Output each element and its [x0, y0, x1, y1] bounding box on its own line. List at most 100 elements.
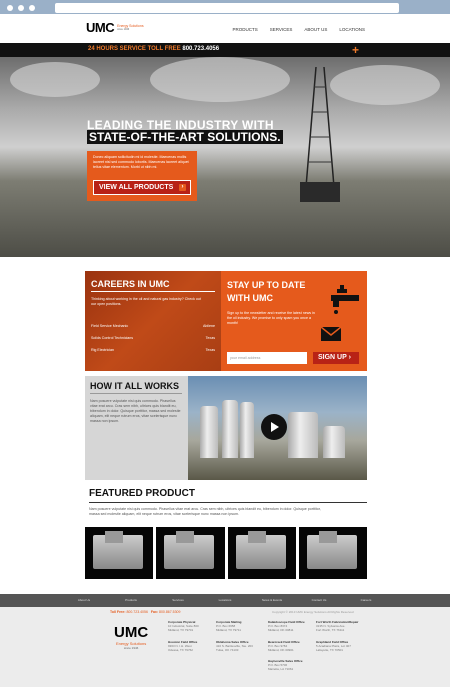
- copyright: Copyright © 2013 UMC Energy Solutions Al…: [272, 610, 354, 614]
- machine-graphic: [105, 531, 123, 543]
- office-line: Fort Worth, TX 76111: [316, 628, 345, 632]
- footer-logo-name: UMC: [114, 624, 149, 641]
- product-image[interactable]: [156, 527, 225, 579]
- newsletter-body: Sign up to the newsletter and receive th…: [227, 311, 315, 325]
- office-line: Marietta, LA 71061: [268, 667, 294, 671]
- logo[interactable]: UMC Energy Solutions since 1946: [86, 20, 144, 35]
- newsletter-panel: STAY UP TO DATE WITH UMC Sign up to the …: [221, 271, 367, 371]
- nav-about[interactable]: About Us: [304, 27, 327, 32]
- office-address: Kalaidoscope Field Office P.O. Box 8374 Mi…: [268, 620, 314, 632]
- careers-intro: Thinking about working in the oil and na…: [91, 297, 201, 306]
- product-image[interactable]: [85, 527, 154, 579]
- plus-icon[interactable]: +: [352, 43, 359, 57]
- logo-since: since 1946: [117, 28, 130, 31]
- envelope-icon: [321, 327, 341, 341]
- job-title: Field Service Mechanic: [91, 324, 129, 328]
- office-line: Midland, OK 00901: [268, 648, 294, 652]
- footer-logo-since: since 1946: [123, 646, 139, 650]
- office-address: Corporate Mailing P.O. Box 6958 Midland, T…: [216, 620, 262, 632]
- office-line: Odessa, TX 79762: [168, 648, 193, 652]
- tank-graphic: [240, 402, 254, 458]
- window-dot[interactable]: [7, 5, 13, 11]
- toll-free-number[interactable]: 800.723.4056: [126, 610, 147, 614]
- nav-locations[interactable]: Locations: [339, 27, 365, 32]
- tank-graphic: [222, 400, 238, 458]
- office-line: Midland, TX 79711: [216, 628, 241, 632]
- main-nav: Products Services About Us Locations: [232, 27, 365, 32]
- featured-body: Nam posuere vulputate nisi quis commodo.…: [89, 507, 321, 516]
- hero-body: Donec aliquam sollicitudin mi id molesti…: [93, 155, 189, 169]
- view-all-products-label: VIEW ALL PRODUCTS: [99, 184, 174, 191]
- footer-nav-locations[interactable]: Locations: [202, 594, 249, 607]
- machine-graphic: [247, 531, 266, 543]
- office-address: Fort Worth Fabrication/Repair 3135 N. Syl…: [316, 620, 362, 632]
- office-line: Tulsa, OK 74103: [216, 648, 239, 652]
- product-gallery: [85, 527, 367, 579]
- service-phone[interactable]: 800.723.4056: [182, 46, 219, 52]
- newsletter-title: STAY UP TO DATE WITH UMC: [227, 280, 306, 303]
- tank-graphic: [323, 426, 345, 458]
- job-location: Texas: [205, 336, 215, 340]
- service-text: 24 HOURS SERVICE TOLL FREE 800.723.4056: [88, 46, 219, 52]
- office-address: Bearcreek Field Office P.O. Box 9784 Midla…: [268, 640, 314, 652]
- footer-nav-services[interactable]: Services: [155, 594, 202, 607]
- play-icon[interactable]: [261, 414, 287, 440]
- office-address: Oklahoma Sales Office 410 S. Bartlesville…: [216, 640, 262, 652]
- footer-nav-contact[interactable]: Contact Us: [296, 594, 343, 607]
- product-image[interactable]: [227, 527, 296, 579]
- office-address: Houston Field Office 9363 N. I.H. West Ode…: [168, 640, 214, 652]
- office-address: Haynesville Sales Office P.O. Box 5706 Mar…: [268, 659, 314, 671]
- machine-graphic: [176, 531, 195, 543]
- footer-nav-products[interactable]: Products: [108, 594, 155, 607]
- office-line: Lafayette, TX 70501: [316, 648, 343, 652]
- job-row[interactable]: Solids Control Technicians Texas: [91, 336, 215, 348]
- footer-logo[interactable]: UMC Energy Solutions since 1946: [114, 624, 148, 650]
- job-location: Texas: [205, 348, 215, 352]
- fax-label: Fax:: [150, 610, 159, 614]
- office-line: Midland, OK 00811: [268, 628, 294, 632]
- logo-name: UMC: [86, 20, 115, 35]
- product-image[interactable]: [298, 527, 367, 579]
- careers-panel: CAREERS IN UMC Thinking about working in…: [85, 271, 221, 371]
- divider: [89, 502, 367, 503]
- cloud-shape: [10, 62, 100, 97]
- cloud-shape: [330, 65, 440, 105]
- window-dot[interactable]: [18, 5, 24, 11]
- email-input[interactable]: your email address: [227, 352, 307, 364]
- office-line: Midland, TX 79701: [168, 628, 194, 632]
- view-all-products-button[interactable]: VIEW ALL PRODUCTS ›: [93, 180, 191, 195]
- footer-nav-careers[interactable]: Careers: [343, 594, 390, 607]
- divider: [90, 393, 182, 394]
- tank-graphic: [200, 406, 218, 458]
- video-player[interactable]: [188, 376, 367, 480]
- job-row[interactable]: Field Service Mechanic Abilene: [91, 324, 215, 336]
- cloud-shape: [150, 57, 290, 102]
- job-location: Abilene: [203, 324, 215, 328]
- job-row[interactable]: Rig Electrician Texas: [91, 348, 215, 360]
- how-title: HOW IT ALL WORKS: [90, 381, 179, 391]
- signup-button[interactable]: SIGN UP ›: [313, 352, 359, 364]
- toll-free-label: Toll Free:: [110, 610, 126, 614]
- featured-title: FEATURED PRODUCT: [89, 488, 195, 499]
- hero-headline-2: STATE-OF-THE-ART SOLUTIONS.: [87, 130, 283, 144]
- service-bar: 24 HOURS SERVICE TOLL FREE 800.723.4056 …: [0, 43, 450, 57]
- site-footer: Toll Free: 800.723.4056 Fax: 800.867.530…: [0, 607, 450, 687]
- how-it-works-panel: HOW IT ALL WORKS Nam posuere vulputate n…: [85, 376, 188, 480]
- oil-rig-graphic: [300, 67, 340, 202]
- hero-banner: LEADING THE INDUSTRY WITH STATE-OF-THE-A…: [0, 57, 450, 257]
- service-label: 24 HOURS SERVICE TOLL FREE: [88, 46, 181, 52]
- machine-graphic: [318, 531, 337, 543]
- job-title: Rig Electrician: [91, 348, 114, 352]
- faucet-icon: [331, 285, 359, 314]
- nav-services[interactable]: Services: [270, 27, 293, 32]
- signup-label: SIGN UP: [318, 354, 347, 361]
- arrow-right-icon: ›: [179, 184, 186, 191]
- address-bar[interactable]: [55, 3, 399, 13]
- footer-nav-about[interactable]: About Us: [61, 594, 108, 607]
- footer-nav-news[interactable]: News & Events: [249, 594, 296, 607]
- main-content: CAREERS IN UMC Thinking about working in…: [0, 257, 450, 594]
- nav-products[interactable]: Products: [232, 27, 257, 32]
- divider: [91, 291, 215, 292]
- office-address: Graphland Field Office 5 Acadiana Plaza, …: [316, 640, 362, 652]
- window-dot[interactable]: [29, 5, 35, 11]
